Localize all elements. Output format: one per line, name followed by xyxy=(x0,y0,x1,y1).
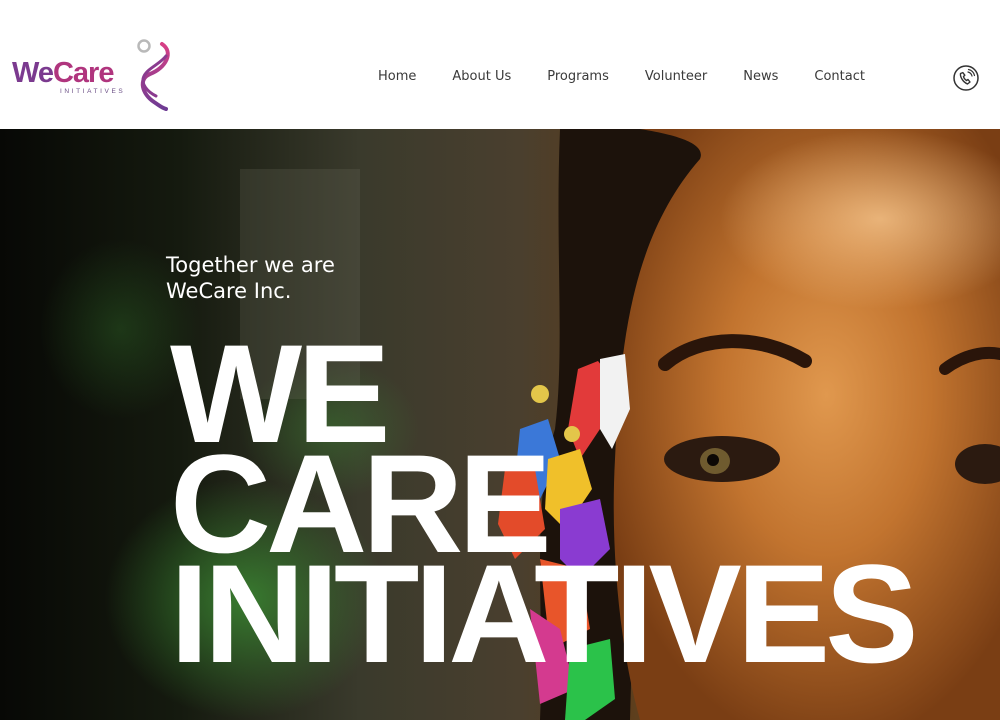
hero-section: Together we are WeCare Inc. WE CARE INIT… xyxy=(0,129,1000,720)
site-header: WeCare INITIATIVES Home About Us Program… xyxy=(0,0,1000,129)
brand-wordmark: WeCare xyxy=(12,56,114,90)
contact-label-clipped xyxy=(994,60,1000,74)
nav-home[interactable]: Home xyxy=(378,66,416,88)
brand-name-part1: We xyxy=(12,57,54,89)
hero-headline-line3: INITIATIVES xyxy=(170,535,919,692)
hero-tagline: Together we are WeCare Inc. xyxy=(166,252,335,304)
ribbon-figure-icon xyxy=(137,39,170,111)
nav-programs[interactable]: Programs xyxy=(547,66,609,88)
phone-icon[interactable] xyxy=(950,62,982,94)
nav-contact[interactable]: Contact xyxy=(814,66,865,88)
nav-volunteer[interactable]: Volunteer xyxy=(645,66,707,88)
hero-tagline-line1: Together we are xyxy=(166,253,335,277)
nav-about-us[interactable]: About Us xyxy=(452,66,511,88)
hero-headline: WE CARE INITIATIVES xyxy=(170,324,919,692)
nav-news[interactable]: News xyxy=(743,66,778,88)
hero-tagline-line2: WeCare Inc. xyxy=(166,279,292,303)
brand-subtitle: INITIATIVES xyxy=(60,88,126,95)
brand-name-part2: Care xyxy=(52,57,114,89)
brand-logo[interactable]: WeCare INITIATIVES xyxy=(12,38,182,112)
main-nav: Home About Us Programs Volunteer News Co… xyxy=(360,66,883,88)
contact-number-clipped xyxy=(994,80,1000,94)
